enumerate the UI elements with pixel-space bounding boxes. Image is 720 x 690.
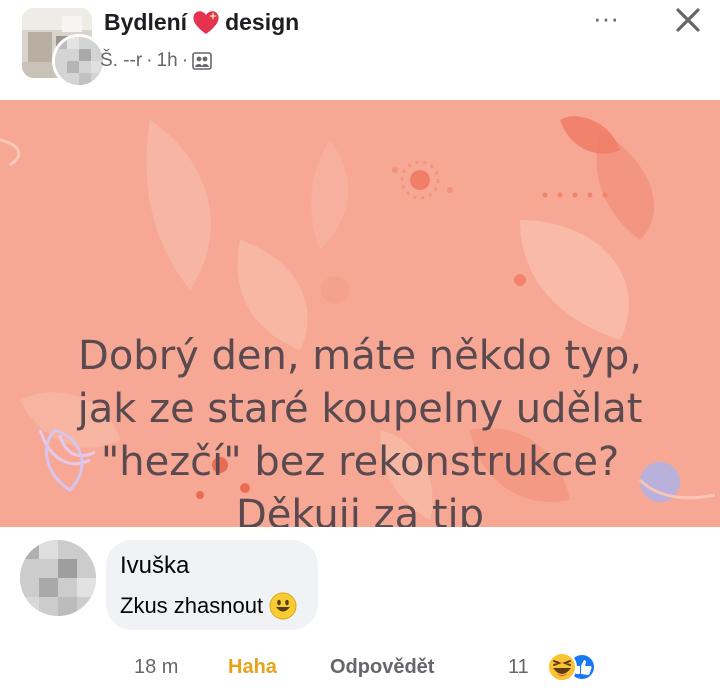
reaction-count[interactable]: 11 [508,656,529,679]
smiley-emoji-icon [269,592,297,620]
meta-separator: · [146,50,153,71]
comment-bubble[interactable]: Ivuška Zkus zhasnout [106,540,318,630]
post-image-text: Dobrý den, máte někdo typ, jak ze staré … [0,330,720,527]
haha-reaction-button[interactable]: Haha [228,656,277,679]
close-button[interactable] [664,2,712,42]
heart-sparkle-icon [191,8,221,36]
image-text-line: Dobrý den, máte někdo typ, [78,333,642,379]
group-name[interactable]: Bydlení design [104,8,299,36]
post-time[interactable]: 1h [157,50,178,72]
comment-text-body: Zkus zhasnout [120,593,264,618]
more-options-button[interactable]: ··· [584,4,628,40]
group-members-icon [192,52,212,70]
group-name-part1: Bydlení [104,8,188,35]
comment-actions: 18 m Haha Odpovědět 11 [120,650,680,684]
comment-text: Zkus zhasnout [120,592,297,620]
group-name-part2: design [225,8,300,35]
image-text-line: "hezčí" bez rekonstrukce? [100,439,620,485]
close-icon [676,8,700,32]
more-options-icon: ··· [593,3,619,33]
meta-separator: · [181,50,189,71]
author-avatar[interactable] [52,34,106,88]
haha-reaction-icon [547,652,577,682]
reaction-icons[interactable] [538,650,608,684]
post-header: Bydlení design Š. ‐‐r · 1h · ··· [0,0,720,100]
comment-author[interactable]: Ivuška [120,552,189,580]
image-text-line: Děkuji za tip [235,492,485,527]
commenter-avatar[interactable] [20,540,96,616]
comment-time[interactable]: 18 m [134,656,178,679]
author-name[interactable]: Š. ‐‐r [100,50,142,72]
image-text-line: jak ze staré koupelny udělat [77,386,643,432]
post-meta: Š. ‐‐r · 1h · [100,50,212,72]
reply-button[interactable]: Odpovědět [330,656,434,679]
post-image[interactable]: Dobrý den, máte někdo typ, jak ze staré … [0,100,720,527]
